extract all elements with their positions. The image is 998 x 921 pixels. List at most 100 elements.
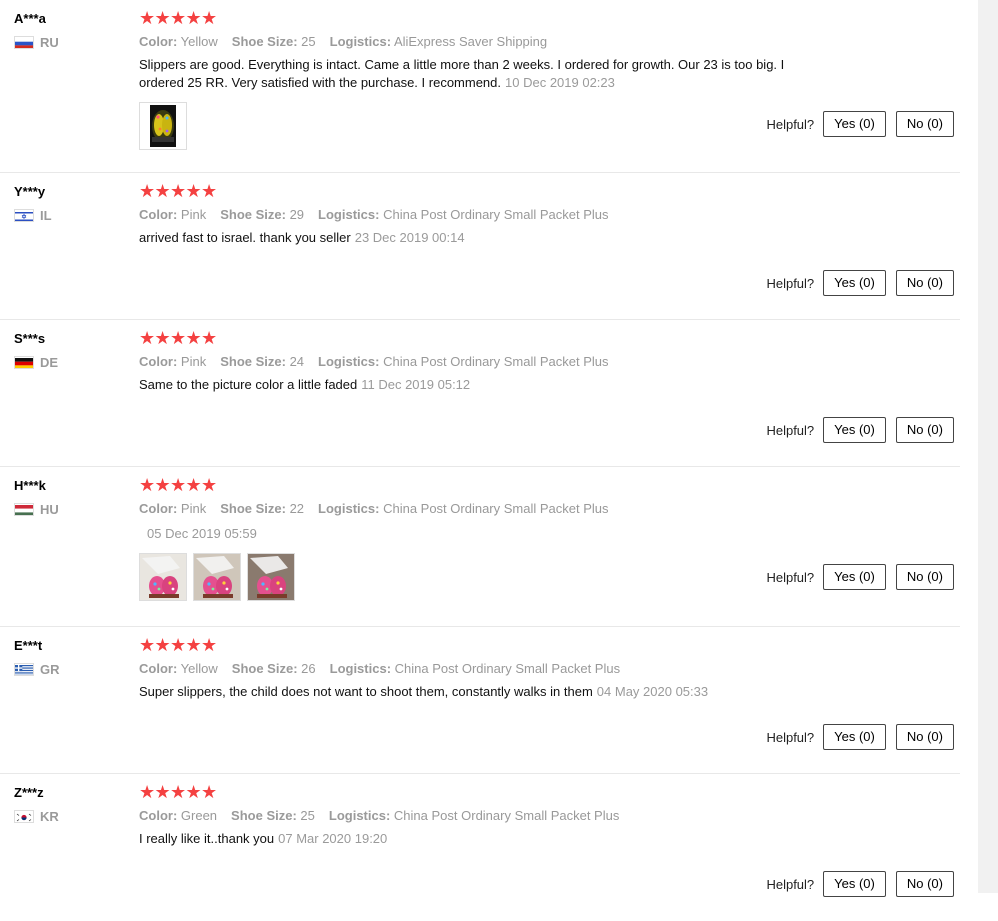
country-code: RU — [40, 35, 59, 50]
helpful-yes-button[interactable]: Yes (0) — [823, 724, 886, 750]
country-flag-icon — [14, 810, 34, 823]
reviewer-name: E***t — [14, 638, 43, 653]
attribute-key: Color: — [139, 207, 178, 222]
attribute-value: China Post Ordinary Small Packet Plus — [393, 808, 620, 823]
review-item: Z***z KR ★ ★ ★ ★ ★ Color: Green Shoe Size: 25… — [0, 774, 960, 921]
helpful-yes-button[interactable]: Yes (0) — [823, 111, 886, 137]
attribute-value: 26 — [301, 661, 316, 676]
review-item: H***k HU ★ ★ ★ ★ ★ Color: Pink Shoe Size: 22 L… — [0, 467, 960, 627]
star-icon: ★ — [154, 181, 171, 201]
attribute-value: Pink — [180, 207, 207, 222]
star-icon: ★ — [201, 782, 218, 802]
star-icon: ★ — [201, 328, 218, 348]
star-rating: ★ ★ ★ ★ ★ — [139, 9, 829, 27]
star-icon: ★ — [185, 328, 202, 348]
country-flag-icon — [14, 36, 34, 49]
review-attribute: Shoe Size: 26 — [232, 661, 316, 676]
helpful-yes-button[interactable]: Yes (0) — [823, 270, 886, 296]
review-date: 04 May 2020 05:33 — [596, 684, 709, 699]
reviewer-info: E***t GR — [14, 637, 60, 677]
review-attribute: Logistics: China Post Ordinary Small Pac… — [330, 661, 620, 676]
star-icon: ★ — [139, 181, 156, 201]
review-photo-thumbnail[interactable] — [193, 553, 241, 601]
review-attribute: Shoe Size: 25 — [232, 34, 316, 49]
star-icon: ★ — [170, 782, 187, 802]
review-date: 23 Dec 2019 00:14 — [354, 230, 465, 245]
helpful-no-button[interactable]: No (0) — [895, 270, 954, 296]
attribute-value: Yellow — [180, 34, 218, 49]
attribute-key: Logistics: — [318, 501, 380, 516]
helpful-no-button[interactable]: No (0) — [895, 871, 954, 897]
country-code: DE — [40, 355, 59, 370]
star-icon: ★ — [154, 8, 171, 28]
star-icon: ★ — [201, 181, 218, 201]
attribute-value: Green — [180, 808, 218, 823]
star-icon: ★ — [185, 635, 202, 655]
review-text: Same to the picture color a little faded — [139, 377, 358, 392]
review-photo-thumbnail[interactable] — [139, 553, 187, 601]
helpful-vote: Helpful? Yes (0) No (0) — [766, 111, 954, 137]
country-flag-icon — [14, 209, 34, 222]
attribute-value: China Post Ordinary Small Packet Plus — [394, 661, 621, 676]
attribute-value: 25 — [301, 34, 316, 49]
reviewer-info: H***k HU — [14, 477, 59, 517]
star-icon: ★ — [185, 8, 202, 28]
star-icon: ★ — [170, 475, 187, 495]
review-attribute: Shoe Size: 22 — [220, 501, 304, 516]
review-date: 05 Dec 2019 05:59 — [147, 526, 257, 541]
scrollbar-track[interactable] — [978, 0, 998, 893]
star-rating: ★ ★ ★ ★ ★ — [139, 182, 829, 200]
star-icon: ★ — [185, 181, 202, 201]
review-text: I really like it..thank you — [139, 831, 275, 846]
review-body: I really like it..thank you 07 Mar 2020 1… — [139, 830, 829, 848]
helpful-yes-button[interactable]: Yes (0) — [823, 564, 886, 590]
country-flag-icon — [14, 503, 34, 516]
helpful-yes-button[interactable]: Yes (0) — [823, 417, 886, 443]
review-text: Slippers are good. Everything is intact.… — [139, 57, 785, 90]
helpful-no-button[interactable]: No (0) — [895, 564, 954, 590]
review-text: arrived fast to israel. thank you seller — [139, 230, 351, 245]
helpful-yes-button[interactable]: Yes (0) — [823, 871, 886, 897]
helpful-no-button[interactable]: No (0) — [895, 724, 954, 750]
review-content: ★ ★ ★ ★ ★ Color: Pink Shoe Size: 24 Logistics:… — [139, 329, 829, 394]
review-attribute: Color: Pink — [139, 207, 206, 222]
star-icon: ★ — [154, 475, 171, 495]
review-attribute: Logistics: China Post Ordinary Small Pac… — [318, 354, 608, 369]
country-flag-icon — [14, 356, 34, 369]
attribute-value: 22 — [289, 501, 305, 516]
review-attributes: Color: Pink Shoe Size: 22 Logistics: China… — [139, 500, 829, 517]
attribute-key: Shoe Size: — [231, 34, 298, 49]
helpful-no-button[interactable]: No (0) — [895, 417, 954, 443]
helpful-vote: Helpful? Yes (0) No (0) — [766, 724, 954, 750]
review-attribute: Logistics: China Post Ordinary Small Pac… — [318, 207, 608, 222]
star-rating: ★ ★ ★ ★ ★ — [139, 636, 829, 654]
star-icon: ★ — [185, 782, 202, 802]
review-photo-thumbnail[interactable] — [247, 553, 295, 601]
attribute-value: 29 — [289, 207, 305, 222]
review-attributes: Color: Pink Shoe Size: 24 Logistics: China… — [139, 353, 829, 370]
star-rating: ★ ★ ★ ★ ★ — [139, 783, 829, 801]
attribute-value: 25 — [300, 808, 315, 823]
helpful-vote: Helpful? Yes (0) No (0) — [766, 270, 954, 296]
review-attribute: Shoe Size: 24 — [220, 354, 304, 369]
review-body: Super slippers, the child does not want … — [139, 683, 829, 701]
attribute-value: China Post Ordinary Small Packet Plus — [383, 207, 609, 222]
reviewer-country: HU — [14, 502, 59, 517]
attribute-key: Color: — [139, 34, 178, 49]
review-attribute: Color: Yellow — [139, 34, 218, 49]
attribute-key: Shoe Size: — [220, 354, 286, 369]
star-icon: ★ — [154, 328, 171, 348]
helpful-label: Helpful? — [766, 729, 815, 745]
review-attribute: Color: Pink — [139, 501, 206, 516]
helpful-label: Helpful? — [766, 116, 815, 132]
review-photo-thumbnail[interactable] — [139, 102, 187, 150]
helpful-label: Helpful? — [766, 422, 815, 438]
attribute-key: Logistics: — [329, 34, 392, 49]
attribute-key: Color: — [139, 501, 178, 516]
helpful-no-button[interactable]: No (0) — [895, 111, 954, 137]
helpful-label: Helpful? — [766, 876, 815, 892]
reviewer-country: KR — [14, 809, 59, 824]
review-item: Y***y IL ★ ★ ★ ★ ★ Color: Pink Shoe Size: 29 L… — [0, 173, 960, 320]
star-icon: ★ — [154, 782, 171, 802]
review-body: Slippers are good. Everything is intact.… — [139, 56, 829, 92]
